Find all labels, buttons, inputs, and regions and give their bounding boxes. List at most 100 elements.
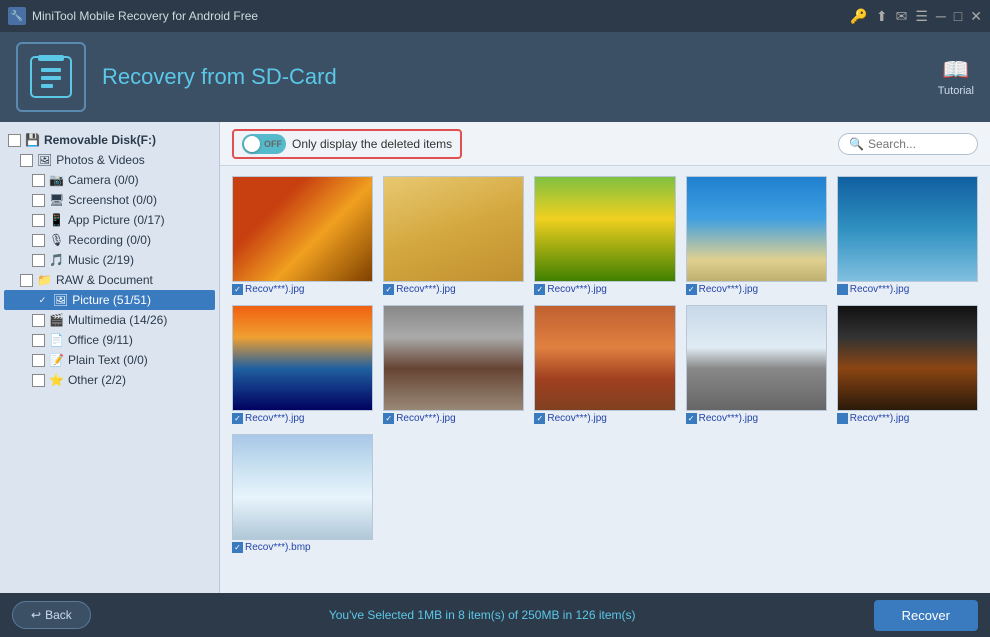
raw-icon: 📁 [37, 273, 52, 287]
other-checkbox[interactable] [32, 374, 45, 387]
window-controls: 🔑 ⬆ ✉ ☰ ─ □ ✕ [850, 8, 982, 25]
image-checkbox[interactable]: ✓ [232, 284, 243, 295]
office-label: Office (9/11) [68, 333, 133, 347]
app-title: MiniTool Mobile Recovery for Android Fre… [32, 9, 844, 23]
status-text: You've Selected 1MB in 8 item(s) of 250M… [103, 608, 862, 622]
app-picture-checkbox[interactable] [32, 214, 45, 227]
back-arrow-icon: ↩ [31, 608, 41, 622]
image-filename: Recov***).jpg [396, 413, 455, 424]
image-checkbox[interactable]: ✓ [232, 413, 243, 424]
image-thumbnail[interactable] [383, 305, 524, 411]
sidebar-plain-text[interactable]: 📝 Plain Text (0/0) [0, 350, 219, 370]
sidebar-raw-document[interactable]: 📁 RAW & Document [0, 270, 219, 290]
sidebar-screenshot[interactable]: 🖥 Screenshot (0/0) [0, 190, 219, 210]
minimize-icon[interactable]: ─ [936, 8, 946, 24]
image-checkbox[interactable]: ✓ [383, 284, 394, 295]
sidebar-root[interactable]: 💾 Removable Disk(F:) [0, 130, 219, 150]
recover-button[interactable]: Recover [874, 600, 978, 631]
screenshot-checkbox[interactable] [32, 194, 45, 207]
image-thumbnail[interactable] [232, 305, 373, 411]
maximize-icon[interactable]: □ [954, 8, 962, 24]
plain-text-checkbox[interactable] [32, 354, 45, 367]
image-cell[interactable]: ✓Recov***).jpg [686, 176, 827, 295]
music-checkbox[interactable] [32, 254, 45, 267]
sidebar-picture[interactable]: ✓ 🖼 Picture (51/51) [4, 290, 215, 310]
image-label-row: ✓Recov***).jpg [232, 413, 373, 424]
image-checkbox[interactable]: ✓ [686, 413, 697, 424]
image-thumbnail[interactable] [232, 434, 373, 540]
image-checkbox[interactable]: ✓ [534, 284, 545, 295]
close-icon[interactable]: ✕ [970, 8, 982, 25]
image-thumbnail[interactable] [383, 176, 524, 282]
tutorial-button[interactable]: 📖 Tutorial [938, 57, 974, 97]
image-checkbox[interactable] [837, 284, 848, 295]
upload-icon[interactable]: ⬆ [876, 8, 888, 25]
image-thumbnail[interactable] [232, 176, 373, 282]
image-checkbox[interactable]: ✓ [232, 542, 243, 553]
image-label-row: ✓Recov***).jpg [686, 413, 827, 424]
image-thumbnail[interactable] [837, 305, 978, 411]
image-checkbox[interactable]: ✓ [383, 413, 394, 424]
image-thumbnail[interactable] [534, 305, 675, 411]
page-title: Recovery from SD-Card [102, 64, 922, 90]
image-checkbox[interactable]: ✓ [686, 284, 697, 295]
sidebar-photos-videos[interactable]: 🖼 Photos & Videos [0, 150, 219, 170]
image-cell[interactable]: ✓Recov***).jpg [534, 176, 675, 295]
image-cell[interactable]: ✓Recov***).jpg [383, 176, 524, 295]
sidebar-office[interactable]: 📄 Office (9/11) [0, 330, 219, 350]
mail-icon[interactable]: ✉ [896, 8, 908, 25]
image-thumbnail[interactable] [837, 176, 978, 282]
app-logo [16, 42, 86, 112]
image-label-row: ✓Recov***).jpg [686, 284, 827, 295]
main-area: 💾 Removable Disk(F:) 🖼 Photos & Videos 📷… [0, 122, 990, 593]
image-cell[interactable]: ✓Recov***).bmp [232, 434, 373, 553]
image-cell[interactable]: ✓Recov***).jpg [232, 176, 373, 295]
photos-label: Photos & Videos [56, 153, 145, 167]
image-thumbnail[interactable] [686, 176, 827, 282]
sidebar-recording[interactable]: 🎙 Recording (0/0) [0, 230, 219, 250]
root-checkbox[interactable] [8, 134, 21, 147]
recording-checkbox[interactable] [32, 234, 45, 247]
sidebar-app-picture[interactable]: 📱 App Picture (0/17) [0, 210, 219, 230]
raw-label: RAW & Document [56, 273, 153, 287]
recording-label: Recording (0/0) [68, 233, 151, 247]
image-cell[interactable]: ✓Recov***).jpg [383, 305, 524, 424]
app-picture-icon: 📱 [49, 213, 64, 227]
picture-checkbox[interactable]: ✓ [36, 294, 49, 307]
image-thumbnail[interactable] [534, 176, 675, 282]
sidebar-multimedia[interactable]: 🎬 Multimedia (14/26) [0, 310, 219, 330]
image-cell[interactable]: ✓Recov***).jpg [232, 305, 373, 424]
multimedia-checkbox[interactable] [32, 314, 45, 327]
sidebar-other[interactable]: ⭐ Other (2/2) [0, 370, 219, 390]
search-box[interactable]: 🔍 [838, 133, 978, 155]
image-filename: Recov***).jpg [850, 284, 909, 295]
image-cell[interactable]: Recov***).jpg [837, 176, 978, 295]
header: Recovery from SD-Card 📖 Tutorial [0, 32, 990, 122]
image-cell[interactable]: ✓Recov***).jpg [686, 305, 827, 424]
sidebar-root-label: Removable Disk(F:) [44, 133, 156, 147]
image-cell[interactable]: Recov***).jpg [837, 305, 978, 424]
image-filename: Recov***).jpg [850, 413, 909, 424]
image-checkbox[interactable] [837, 413, 848, 424]
tutorial-label: Tutorial [938, 85, 974, 97]
search-input[interactable] [868, 137, 968, 151]
image-thumbnail[interactable] [686, 305, 827, 411]
photos-checkbox[interactable] [20, 154, 33, 167]
image-cell[interactable]: ✓Recov***).jpg [534, 305, 675, 424]
image-filename: Recov***).jpg [547, 413, 606, 424]
music-icon: 🎵 [49, 253, 64, 267]
key-icon[interactable]: 🔑 [850, 8, 867, 25]
toggle-switch[interactable]: OFF [242, 134, 286, 154]
raw-checkbox[interactable] [20, 274, 33, 287]
screenshot-label: Screenshot (0/0) [68, 193, 157, 207]
office-checkbox[interactable] [32, 334, 45, 347]
camera-checkbox[interactable] [32, 174, 45, 187]
menu-icon[interactable]: ☰ [915, 8, 928, 25]
image-checkbox[interactable]: ✓ [534, 413, 545, 424]
music-label: Music (2/19) [68, 253, 134, 267]
back-button[interactable]: ↩ Back [12, 601, 91, 629]
image-label-row: ✓Recov***).bmp [232, 542, 373, 553]
sidebar-camera[interactable]: 📷 Camera (0/0) [0, 170, 219, 190]
sidebar-music[interactable]: 🎵 Music (2/19) [0, 250, 219, 270]
image-filename: Recov***).jpg [396, 284, 455, 295]
